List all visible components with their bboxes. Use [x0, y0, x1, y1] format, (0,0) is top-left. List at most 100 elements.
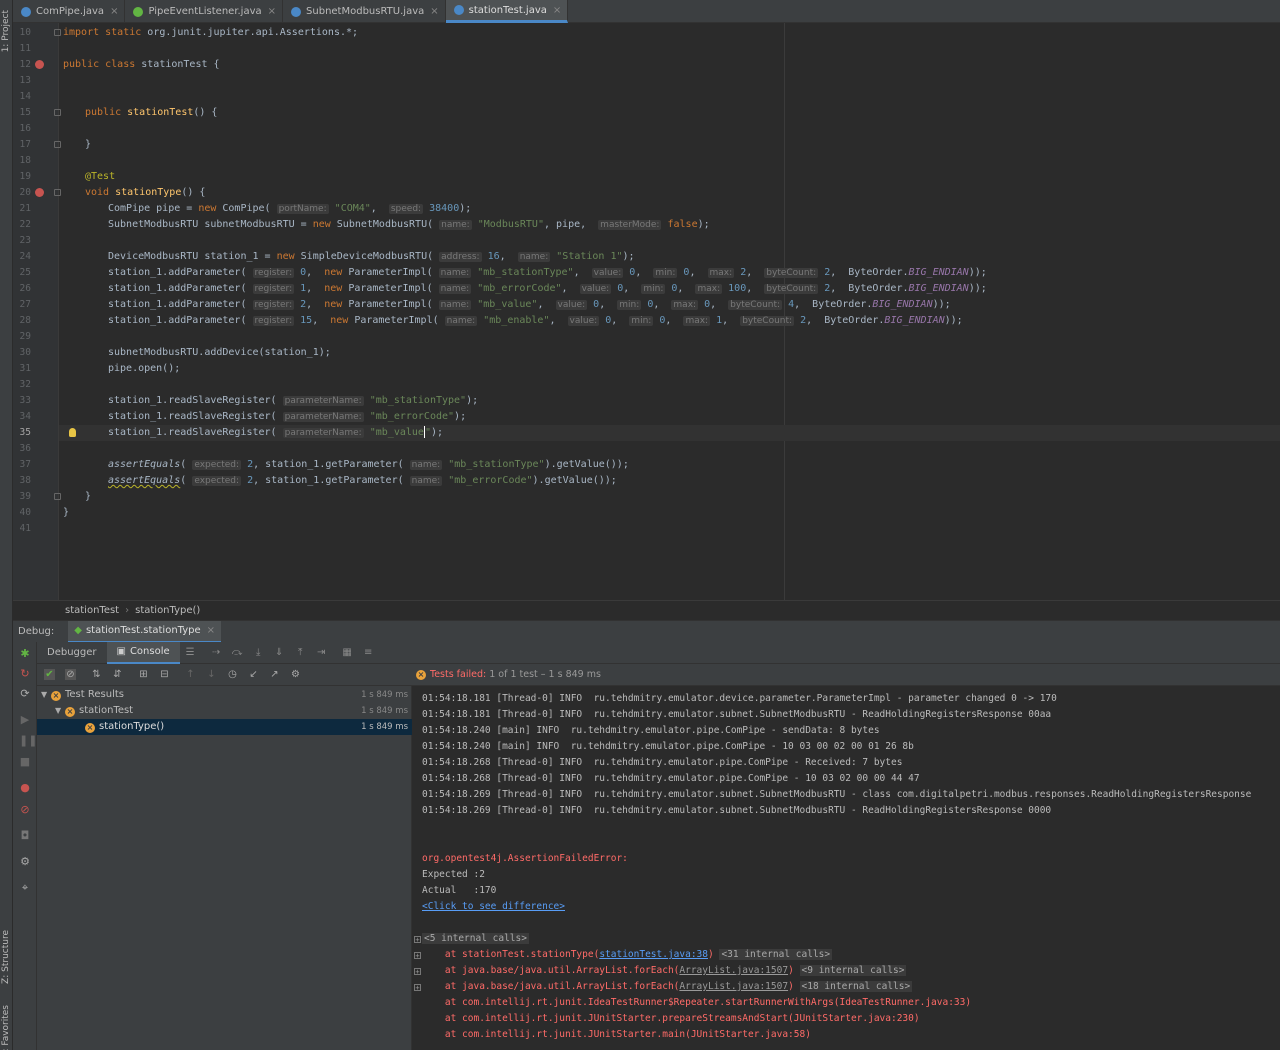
- line-number[interactable]: 20: [13, 185, 31, 201]
- resume-icon[interactable]: ▶: [19, 714, 31, 726]
- tree-node-stationtest[interactable]: ▼ × stationTest 1 s 849 ms: [37, 703, 412, 719]
- expand-icon[interactable]: ▼: [41, 687, 51, 703]
- close-icon[interactable]: ×: [268, 6, 276, 17]
- show-passed-icon[interactable]: ✔: [44, 669, 55, 680]
- camera-icon[interactable]: ◘: [19, 830, 31, 842]
- pin-icon[interactable]: ⌖: [19, 882, 31, 894]
- line-number[interactable]: 41: [13, 521, 31, 537]
- force-step-into-icon[interactable]: ⇓: [274, 647, 285, 658]
- close-icon[interactable]: ×: [430, 6, 438, 17]
- code-line-21[interactable]: ComPipe pipe = new ComPipe( portName: "C…: [108, 201, 471, 217]
- stop-icon[interactable]: ■: [19, 756, 31, 768]
- line-number[interactable]: 40: [13, 505, 31, 521]
- line-number[interactable]: 15: [13, 105, 31, 121]
- expand-icon[interactable]: ▼: [55, 703, 65, 719]
- line-number[interactable]: 14: [13, 89, 31, 105]
- code-line-17[interactable]: }: [85, 137, 91, 153]
- code-line-40[interactable]: }: [63, 505, 69, 521]
- previous-failed-icon[interactable]: ↑: [185, 669, 196, 680]
- step-out-icon[interactable]: ⤒: [295, 647, 306, 658]
- line-number[interactable]: 24: [13, 249, 31, 265]
- line-number[interactable]: 18: [13, 153, 31, 169]
- test-results-tree[interactable]: ▼ × Test Results 1 s 849 ms ▼ × stationTest …: [37, 686, 412, 1050]
- mute-breakpoints-icon[interactable]: ⊘: [19, 804, 31, 816]
- code-line-31[interactable]: pipe.open();: [108, 361, 180, 377]
- line-number[interactable]: 19: [13, 169, 31, 185]
- code-line-20[interactable]: void stationType() {: [85, 185, 205, 201]
- tab-console[interactable]: ▣ Console: [106, 641, 180, 664]
- structure-tool-button[interactable]: Z: Structure: [1, 930, 11, 984]
- close-icon[interactable]: ×: [207, 625, 215, 636]
- rerun-failed-icon[interactable]: ⟳: [19, 688, 31, 700]
- pause-icon[interactable]: ❚❚: [19, 735, 37, 747]
- collapse-all-icon[interactable]: ⊟: [159, 669, 170, 680]
- code-line-37[interactable]: assertEquals( expected: 2, station_1.get…: [108, 457, 629, 473]
- expand-icon[interactable]: +: [414, 968, 421, 976]
- breadcrumb-method[interactable]: stationType(): [135, 605, 200, 616]
- line-number[interactable]: 21: [13, 201, 31, 217]
- debug-session-tab[interactable]: ◆ stationTest.stationType ×: [68, 620, 222, 643]
- code-line-15[interactable]: public stationTest() {: [85, 105, 217, 121]
- tab-pipeeventlistener[interactable]: PipeEventListener.java ×: [125, 0, 284, 23]
- code-line-19[interactable]: @Test: [85, 169, 115, 185]
- line-number[interactable]: 27: [13, 297, 31, 313]
- debug-icon[interactable]: ✱: [19, 648, 31, 660]
- code-line-22[interactable]: SubnetModbusRTU subnetModbusRTU = new Su…: [108, 217, 710, 233]
- code-area[interactable]: import static org.junit.jupiter.api.Asse…: [59, 23, 1280, 600]
- import-tests-icon[interactable]: ↙: [248, 669, 259, 680]
- code-line-33[interactable]: station_1.readSlaveRegister( parameterNa…: [108, 393, 478, 409]
- view-breakpoints-icon[interactable]: ●: [19, 782, 31, 794]
- sort-alpha-icon[interactable]: ⇅: [91, 669, 102, 680]
- intention-bulb-icon[interactable]: [69, 428, 76, 437]
- line-number[interactable]: 23: [13, 233, 31, 249]
- code-line-26[interactable]: station_1.addParameter( register: 1, new…: [108, 281, 987, 297]
- tab-subnetmodbusrtu[interactable]: SubnetModbusRTU.java ×: [283, 0, 446, 23]
- code-line-34[interactable]: station_1.readSlaveRegister( parameterNa…: [108, 409, 466, 425]
- line-number[interactable]: 31: [13, 361, 31, 377]
- line-number[interactable]: 26: [13, 281, 31, 297]
- source-link[interactable]: ArrayList.java:1507: [679, 965, 788, 976]
- tab-debugger[interactable]: Debugger: [37, 642, 107, 664]
- run-test-gutter-icon[interactable]: [35, 188, 44, 197]
- code-line-10[interactable]: import static org.junit.jupiter.api.Asse…: [63, 25, 358, 41]
- expand-icon[interactable]: +: [414, 936, 421, 944]
- line-number[interactable]: 37: [13, 457, 31, 473]
- line-number[interactable]: 30: [13, 345, 31, 361]
- tab-compipe[interactable]: ComPipe.java ×: [13, 0, 126, 23]
- code-line-30[interactable]: subnetModbusRTU.addDevice(station_1);: [108, 345, 331, 361]
- code-editor[interactable]: 10 11 12 13 14 15 16 17 18 19 20 21 22 23 24 25 26 27 28 29…: [13, 23, 1280, 600]
- code-line-24[interactable]: DeviceModbusRTU station_1 = new SimpleDe…: [108, 249, 635, 265]
- run-test-gutter-icon[interactable]: [35, 60, 44, 69]
- expand-icon[interactable]: +: [414, 952, 421, 960]
- code-line-35[interactable]: station_1.readSlaveRegister( parameterNa…: [108, 425, 443, 441]
- code-line-28[interactable]: station_1.addParameter( register: 15, ne…: [108, 313, 963, 329]
- code-line-27[interactable]: station_1.addParameter( register: 2, new…: [108, 297, 951, 313]
- expand-icon[interactable]: +: [414, 984, 421, 992]
- expand-all-icon[interactable]: ⊞: [138, 669, 149, 680]
- next-failed-icon[interactable]: ↓: [206, 669, 217, 680]
- source-link[interactable]: ArrayList.java:1507: [679, 981, 788, 992]
- tree-node-stationtype[interactable]: × stationType() 1 s 849 ms: [37, 719, 412, 735]
- line-number[interactable]: 32: [13, 377, 31, 393]
- line-number[interactable]: 17: [13, 137, 31, 153]
- project-tool-button[interactable]: 1: Project: [1, 10, 11, 52]
- export-tests-icon[interactable]: ↗: [269, 669, 280, 680]
- show-ignored-icon[interactable]: ⊘: [65, 669, 76, 680]
- console-output[interactable]: 01:54:18.181 [Thread-0] INFO ru.tehdmitr…: [412, 686, 1280, 1050]
- step-into-icon[interactable]: ⤓: [253, 647, 264, 658]
- trace-icon[interactable]: ≡: [363, 647, 374, 658]
- favorites-tool-button[interactable]: 2: Favorites: [1, 1005, 11, 1050]
- line-number[interactable]: 29: [13, 329, 31, 345]
- line-number[interactable]: 28: [13, 313, 31, 329]
- close-icon[interactable]: ×: [110, 6, 118, 17]
- step-over-icon[interactable]: ⤼: [232, 647, 243, 658]
- line-number-gutter[interactable]: 10 11 12 13 14 15 16 17 18 19 20 21 22 23 24 25 26 27 28 29…: [13, 23, 61, 600]
- line-number[interactable]: 39: [13, 489, 31, 505]
- code-line-25[interactable]: station_1.addParameter( register: 0, new…: [108, 265, 987, 281]
- tab-stationtest[interactable]: stationTest.java ×: [445, 0, 569, 23]
- line-number[interactable]: 22: [13, 217, 31, 233]
- source-link[interactable]: stationTest.java:38: [599, 949, 708, 960]
- line-number[interactable]: 25: [13, 265, 31, 281]
- line-number[interactable]: 34: [13, 409, 31, 425]
- breadcrumb-class[interactable]: stationTest: [65, 605, 119, 616]
